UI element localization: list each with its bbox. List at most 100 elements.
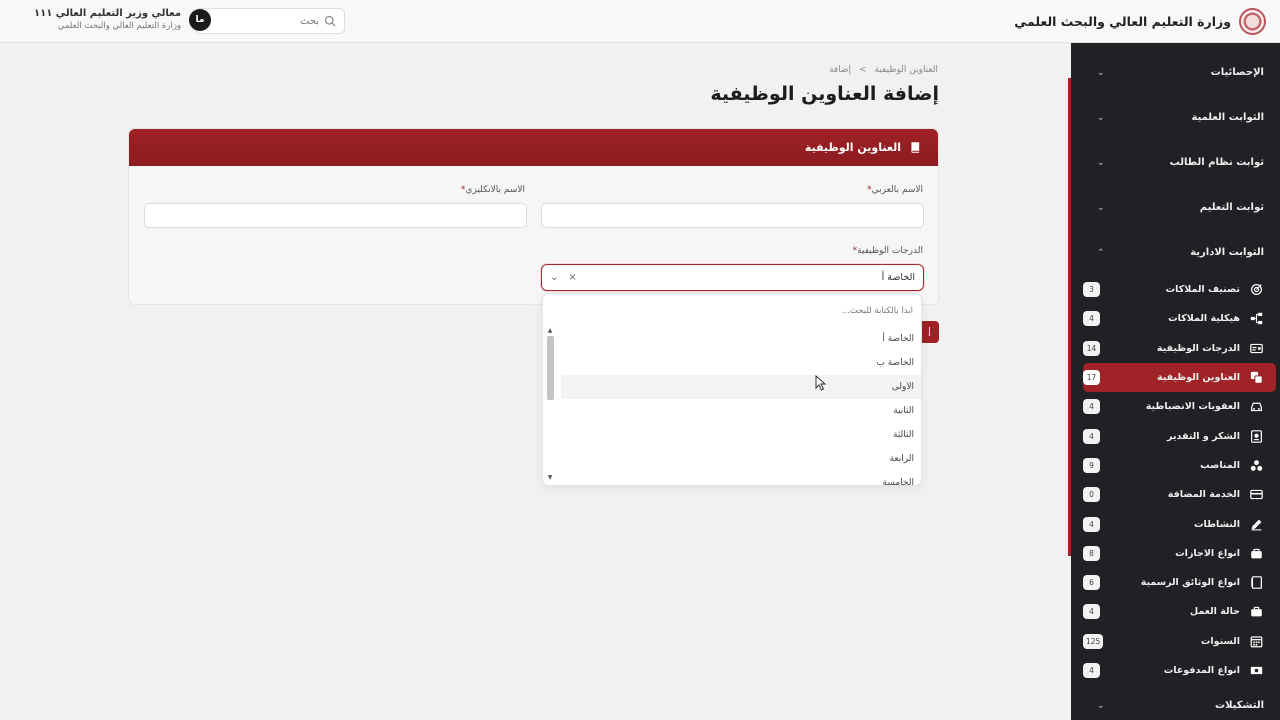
dropdown-option[interactable]: الرابعة <box>551 447 921 471</box>
count-badge: 9 <box>1083 457 1100 473</box>
count-badge: 4 <box>1083 516 1100 532</box>
sidebar-item-positions[interactable]: المناصب 9 <box>1083 451 1276 480</box>
search-box[interactable] <box>195 8 345 34</box>
sidebar-section-admin-constants[interactable]: الثوابت الادارية ⌃ <box>1071 230 1280 275</box>
chevron-down-icon: ⌄ <box>1097 157 1105 168</box>
chevron-down-icon: ⌄ <box>1097 700 1105 711</box>
dropdown-scrollbar[interactable]: ▲ ▼ <box>546 327 554 482</box>
hierarchy-icon <box>1248 311 1264 327</box>
copy-icon <box>1248 370 1264 386</box>
sidebar-item-thanks-appreciation[interactable]: الشكر و التقدير 4 <box>1083 421 1276 450</box>
sidebar-item-payment-types[interactable]: انواع المدفوعات 4 <box>1083 656 1276 685</box>
scroll-up-icon[interactable]: ▲ <box>546 327 554 335</box>
dropdown-option[interactable]: الخامسة <box>551 471 921 485</box>
dropdown-option[interactable]: الاولى <box>561 375 921 399</box>
sidebar-item-label: هيكلية الملاكات <box>1168 313 1240 325</box>
dropdown-option[interactable]: الثانية <box>551 399 921 423</box>
sidebar-item-label: السنوات <box>1200 635 1240 647</box>
brand-title: وزارة التعليم العالي والبحث العلمي <box>1014 14 1231 29</box>
name-en-input[interactable] <box>144 203 527 228</box>
scrollbar-thumb[interactable] <box>547 336 554 400</box>
id-card-icon <box>1248 340 1264 356</box>
ministry-logo <box>1239 8 1266 35</box>
sidebar-item-years[interactable]: السنوات 125 <box>1083 627 1276 656</box>
count-badge: 3 <box>1083 282 1100 298</box>
sidebar-item-official-documents[interactable]: انواع الوثائق الرسمية 6 <box>1083 568 1276 597</box>
sidebar-item-label: انواع الوثائق الرسمية <box>1140 577 1240 589</box>
name-en-label-text: الاسم بالانكليزي <box>465 185 525 195</box>
dropdown-option[interactable]: الخاصة أ <box>551 327 921 351</box>
certificate-icon <box>1248 428 1264 444</box>
brand[interactable]: وزارة التعليم العالي والبحث العلمي <box>1014 8 1266 35</box>
pencil-icon <box>1248 516 1264 532</box>
sidebar-item-label: حالة العمل <box>1189 606 1240 618</box>
user-menu[interactable]: معالي وزير التعليم العالي ١١١ وزارة التع… <box>34 8 212 31</box>
dropdown-options: الخاصة أ الخاصة ب الاولى الثانية الثالثة… <box>551 327 921 485</box>
sidebar-item-added-service[interactable]: الخدمة المضافة 0 <box>1083 480 1276 509</box>
circles-icon <box>1248 457 1264 473</box>
sidebar-section-formations[interactable]: التشكيلات ⌄ <box>1071 683 1280 720</box>
sidebar-item-label: المناصب <box>1200 459 1240 471</box>
count-badge: 17 <box>1083 370 1100 386</box>
sidebar-section-label: ثوابت نظام الطالب <box>1169 157 1264 168</box>
grades-dropdown: الخاصة أ الخاصة ب الاولى الثانية الثالثة… <box>542 293 922 486</box>
money-icon <box>1248 663 1264 679</box>
user-org: وزارة التعليم العالي والبحث العلمي <box>57 21 182 31</box>
avatar[interactable]: ما <box>189 8 212 31</box>
sidebar-item-job-grades[interactable]: الدرجات الوظيفية 14 <box>1083 334 1276 363</box>
target-icon <box>1248 282 1264 298</box>
chevron-down-icon: ⌄ <box>1097 67 1105 78</box>
scroll-down-icon[interactable]: ▼ <box>546 474 554 482</box>
grades-select[interactable]: الخاصة أ × ⌄ <box>541 264 924 291</box>
count-badge: 4 <box>1083 663 1100 678</box>
grades-selected-value: الخاصة أ <box>881 272 915 283</box>
sidebar-item-label: العناوين الوظيفية <box>1156 372 1240 384</box>
sidebar-section-label: الإحصائيات <box>1210 67 1264 78</box>
dropdown-search-input[interactable] <box>551 305 913 316</box>
dropdown-option[interactable]: الثالثة <box>551 423 921 447</box>
submit-button[interactable]: إ <box>920 321 939 343</box>
count-badge: 6 <box>1083 575 1100 591</box>
sidebar-item-staff-structure[interactable]: هيكلية الملاكات 4 <box>1083 304 1276 333</box>
sidebar-item-label: الشكر و التقدير <box>1167 430 1240 442</box>
card-header: العناوين الوظيفية <box>129 129 938 166</box>
sidebar-item-leave-types[interactable]: انواع الاجازات 8 <box>1083 539 1276 568</box>
dropdown-search[interactable] <box>543 294 921 327</box>
sidebar-item-label: انواع المدفوعات <box>1163 665 1240 676</box>
sidebar-item-work-status[interactable]: حالة العمل 4 <box>1083 597 1276 626</box>
sidebar-section-scientific-constants[interactable]: الثوابت العلمية ⌄ <box>1071 95 1280 140</box>
breadcrumb-parent-link[interactable]: العناوين الوظيفية <box>875 65 938 75</box>
sidebar-item-activities[interactable]: النشاطات 4 <box>1083 509 1276 538</box>
page-title: إضافة العناوين الوظيفية <box>710 83 939 105</box>
calendar-icon <box>1248 633 1264 649</box>
car-icon <box>1248 399 1264 415</box>
sidebar-section-statistics[interactable]: الإحصائيات ⌄ <box>1071 50 1280 95</box>
document-icon <box>1248 575 1264 591</box>
sidebar-item-staff-classification[interactable]: تصنيف الملاكات 3 <box>1083 275 1276 304</box>
sidebar-item-job-titles[interactable]: العناوين الوظيفية 17 <box>1083 362 1276 393</box>
sidebar-section-education-constants[interactable]: ثوابت التعليم ⌄ <box>1071 185 1280 230</box>
name-ar-label-text: الاسم بالعربي <box>871 185 923 195</box>
sidebar-item-label: تصنيف الملاكات <box>1165 284 1240 296</box>
sidebar-item-label: انواع الاجازات <box>1175 547 1240 559</box>
name-ar-input[interactable] <box>541 203 924 228</box>
mouse-cursor-icon <box>815 375 827 391</box>
name-ar-label: الاسم بالعربي* <box>867 185 923 195</box>
form-card: العناوين الوظيفية الاسم بالعربي* الاسم ب… <box>128 128 939 305</box>
card-title: العناوين الوظيفية <box>804 141 901 154</box>
chevron-down-icon[interactable]: ⌄ <box>550 272 558 283</box>
search-input[interactable] <box>219 15 319 27</box>
sidebar-item-disciplinary-penalties[interactable]: العقوبات الانضباطية 4 <box>1083 392 1276 421</box>
user-name: معالي وزير التعليم العالي ١١١ <box>34 8 182 19</box>
clear-icon[interactable]: × <box>568 272 576 283</box>
sidebar-section-student-system[interactable]: ثوابت نظام الطالب ⌄ <box>1071 140 1280 185</box>
count-badge: 8 <box>1083 545 1100 561</box>
sidebar-section-label: الثوابت العلمية <box>1191 112 1264 123</box>
sidebar-section-label: التشكيلات <box>1215 700 1264 711</box>
sidebar-section-label: الثوابت الادارية <box>1190 247 1264 258</box>
chevron-up-icon: ⌃ <box>1097 247 1105 258</box>
briefcase-icon <box>1248 604 1264 620</box>
dropdown-option[interactable]: الخاصة ب <box>551 351 921 375</box>
count-badge: 4 <box>1083 311 1100 327</box>
count-badge: 4 <box>1083 399 1100 415</box>
